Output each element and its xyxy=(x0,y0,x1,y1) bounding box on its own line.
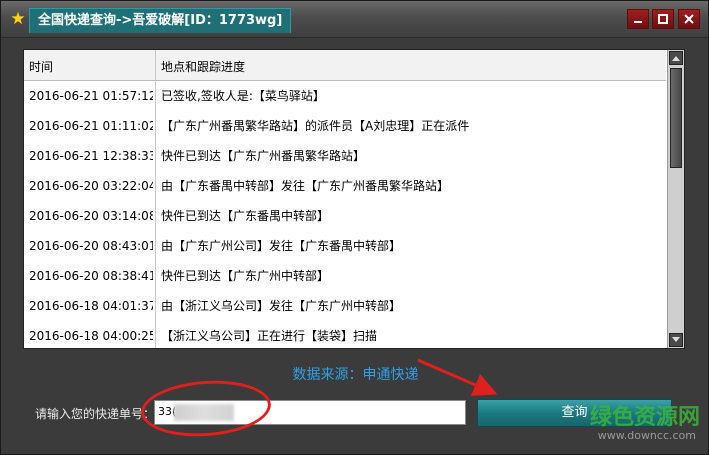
cell-progress: 已签收,签收人是:【菜鸟驿站】 xyxy=(161,89,325,103)
cell-progress: 由【广东广州公司】发往【广东番禺中转部】 xyxy=(161,239,402,253)
table-row[interactable]: 2016-06-18 04:00:25 【浙江义乌公司】正在进行【装袋】扫描 xyxy=(24,321,666,348)
table-row[interactable]: 2016-06-20 08:43:01 由【广东广州公司】发往【广东番禺中转部】 xyxy=(24,231,666,262)
close-icon xyxy=(684,14,694,24)
minimize-button[interactable] xyxy=(627,9,649,29)
app-window: ★ 全国快递查询->吾爱破解[ID：1773wg] 时间 地点和跟踪进度 201… xyxy=(0,0,709,455)
table-row[interactable]: 2016-06-20 03:22:04 由【广东番禺中转部】发往【广东广州番禺繁华… xyxy=(24,171,666,202)
cell-time: 2016-06-21 12:38:33 xyxy=(29,149,153,163)
scroll-down-button[interactable] xyxy=(669,333,683,347)
cell-time: 2016-06-21 01:57:12 xyxy=(29,89,153,103)
table-row[interactable]: 2016-06-20 03:14:08 快件已到达【广东番禺中转部】 xyxy=(24,201,666,232)
data-source-label: 数据来源：申通快递 xyxy=(292,367,419,383)
table-row[interactable]: 2016-06-20 08:38:41 快件已到达【广东广州中转部】 xyxy=(24,261,666,292)
cell-progress: 由【浙江义乌公司】发往【广东广州中转部】 xyxy=(161,299,402,313)
star-icon: ★ xyxy=(10,9,26,29)
title-bar[interactable]: ★ 全国快递查询->吾爱破解[ID：1773wg] xyxy=(1,1,708,38)
annotation-circle xyxy=(139,376,273,441)
table-row[interactable]: 2016-06-21 01:11:02 【广东广州番禺繁华路站】的派件员【A刘忠理… xyxy=(24,111,666,142)
maximize-icon xyxy=(658,14,668,24)
watermark-logo: 绿色资源网 xyxy=(589,405,700,430)
table-row[interactable]: 2016-06-21 12:38:33 快件已到达【广东广州番禺繁华路站】 xyxy=(24,141,666,172)
cell-time: 2016-06-20 03:22:04 xyxy=(29,179,153,193)
window-title: 全国快递查询->吾爱破解[ID：1773wg] xyxy=(29,8,292,33)
cell-time: 2016-06-18 04:00:25 xyxy=(29,329,153,343)
cell-progress: 【浙江义乌公司】正在进行【装袋】扫描 xyxy=(161,329,378,343)
maximize-button[interactable] xyxy=(652,9,674,29)
cell-time: 2016-06-18 04:01:37 xyxy=(29,299,153,313)
scroll-up-button[interactable] xyxy=(669,51,683,65)
cell-progress: 由【广东番禺中转部】发往【广东广州番禺繁华路站】 xyxy=(161,179,450,193)
scrollbar-thumb[interactable] xyxy=(670,68,682,168)
watermark-url: www.downcc.com xyxy=(597,429,696,442)
cell-time: 2016-06-20 03:14:08 xyxy=(29,209,153,223)
cell-progress: 快件已到达【广东番禺中转部】 xyxy=(161,209,330,223)
cell-time: 2016-06-21 01:11:02 xyxy=(29,119,153,133)
vertical-scrollbar[interactable] xyxy=(667,50,684,348)
cell-progress: 【广东广州番禺繁华路站】的派件员【A刘忠理】正在派件 xyxy=(161,119,470,133)
table-header: 时间 地点和跟踪进度 xyxy=(24,50,666,81)
arrow-down-icon xyxy=(672,337,680,342)
arrow-up-icon xyxy=(672,56,680,61)
close-button[interactable] xyxy=(678,9,700,29)
table-row[interactable]: 2016-06-18 04:01:37 由【浙江义乌公司】发往【广东广州中转部】 xyxy=(24,291,666,322)
cell-time: 2016-06-20 08:38:41 xyxy=(29,269,153,283)
minimize-icon xyxy=(634,21,642,23)
tracking-table[interactable]: 时间 地点和跟踪进度 2016-06-21 01:57:12 已签收,签收人是:【… xyxy=(23,49,685,349)
cell-progress: 快件已到达【广东广州番禺繁华路站】 xyxy=(161,149,366,163)
tracking-number-label: 请输入您的快递单号： xyxy=(35,407,156,421)
column-header-progress[interactable]: 地点和跟踪进度 xyxy=(161,58,245,75)
cell-time: 2016-06-20 08:43:01 xyxy=(29,239,153,253)
annotation-arrow xyxy=(417,358,498,397)
column-header-time[interactable]: 时间 xyxy=(29,58,53,75)
table-row[interactable]: 2016-06-21 01:57:12 已签收,签收人是:【菜鸟驿站】 xyxy=(24,81,666,112)
cell-progress: 快件已到达【广东广州中转部】 xyxy=(161,269,330,283)
